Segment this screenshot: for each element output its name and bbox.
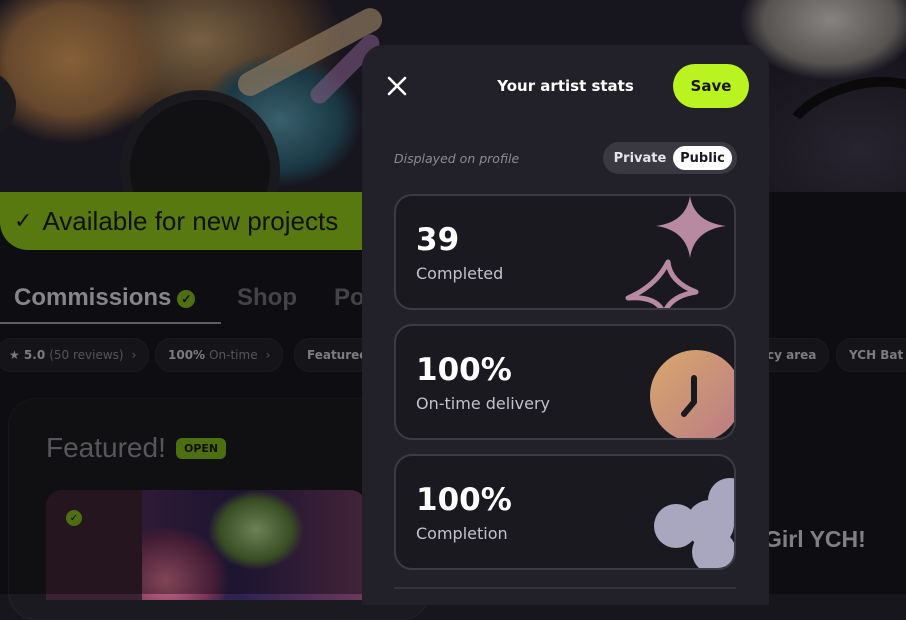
active-tab-underline <box>0 322 221 324</box>
rating-chip[interactable]: ★ 5.0 (50 reviews) › <box>0 338 150 372</box>
save-button[interactable]: Save <box>673 64 749 108</box>
listing-thumbnail[interactable] <box>46 490 366 600</box>
stat-card-on-time-delivery: 100% On-time delivery <box>394 324 736 440</box>
tab-commissions[interactable]: Commissions ✓ <box>14 284 196 312</box>
verified-icon: ✓ <box>177 290 196 308</box>
artist-stats-modal: Your artist stats Save Displayed on prof… <box>362 45 769 605</box>
featured-title: Featured! <box>46 432 166 463</box>
stat-value: 100% <box>416 482 512 518</box>
ych-chip[interactable]: YCH Bat <box>836 338 906 372</box>
banner-scroll-handle[interactable] <box>0 70 16 140</box>
on-time-chip[interactable]: 100% On-time › <box>155 338 284 372</box>
open-badge: OPEN <box>176 438 227 459</box>
displayed-on-profile-label: Displayed on profile <box>394 151 520 166</box>
public-option[interactable]: Public <box>673 146 732 170</box>
stat-card-completed: 39 Completed <box>394 194 736 310</box>
check-icon: ✓ <box>14 208 33 233</box>
stat-value: 39 <box>416 222 460 258</box>
private-option[interactable]: Private <box>609 146 671 170</box>
sparkle-stars-icon <box>625 196 726 308</box>
divider <box>394 587 736 589</box>
clock-icon <box>650 350 734 438</box>
stat-value: 100% <box>416 352 512 388</box>
visibility-toggle[interactable]: Private Public <box>603 142 737 174</box>
tab-portfolio[interactable]: Po <box>334 284 365 312</box>
flower-icon <box>654 478 734 568</box>
tab-shop[interactable]: Shop <box>237 284 297 312</box>
listing-title[interactable]: Girl YCH! <box>764 526 866 553</box>
stat-card-completion: 100% Completion <box>394 454 736 570</box>
stat-label: Completion <box>416 524 508 543</box>
stat-label: On-time delivery <box>416 394 550 413</box>
availability-text: Available for new projects <box>42 205 339 236</box>
verified-icon: ✓ <box>66 510 82 526</box>
stat-label: Completed <box>416 264 504 283</box>
